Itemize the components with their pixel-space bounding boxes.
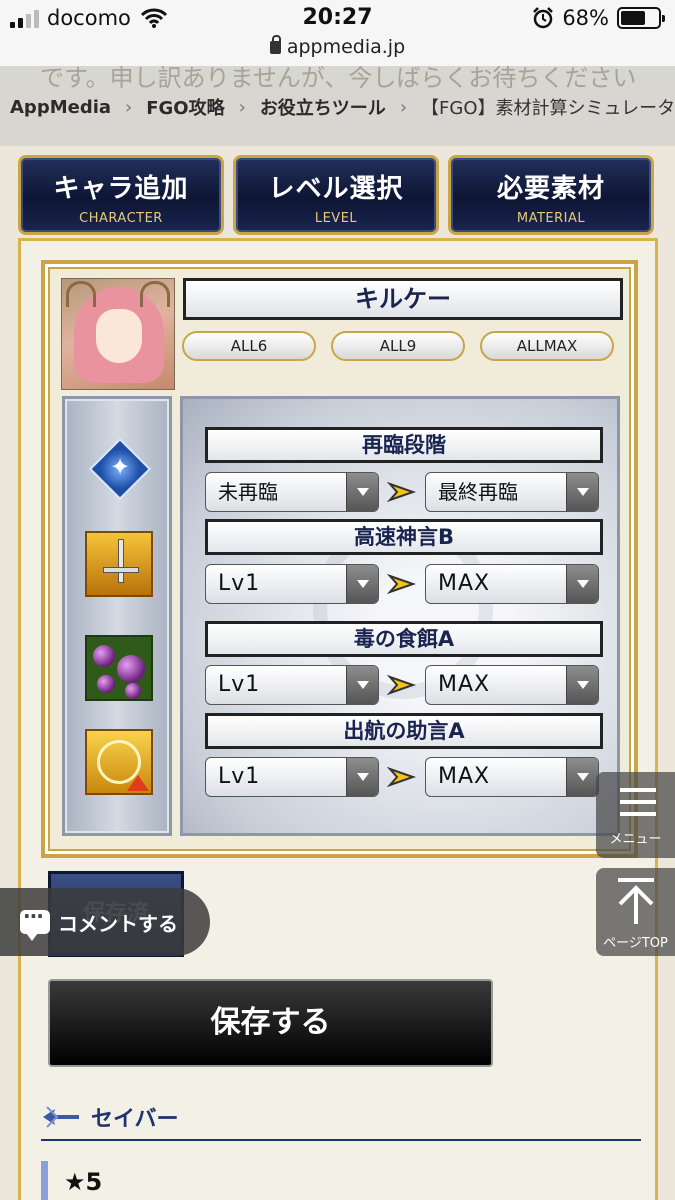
all9-button[interactable]: ALL9: [331, 331, 465, 361]
tab-title: キャラ追加: [53, 174, 189, 204]
breadcrumb-home[interactable]: AppMedia: [10, 97, 111, 118]
skill-icon-column: ✦: [62, 396, 172, 836]
lock-icon: [269, 35, 281, 54]
chevron-down-icon: [566, 666, 598, 704]
page-top-label: ページTOP: [603, 936, 668, 951]
arrow-up-icon: [618, 878, 654, 924]
buff-skill-icon: [85, 729, 153, 795]
character-portrait[interactable]: [61, 278, 175, 390]
url-bar[interactable]: appmedia.jp: [0, 35, 675, 66]
skill2-label: 毒の食餌A: [205, 621, 603, 657]
page-top-button[interactable]: ページTOP: [596, 868, 675, 956]
battery-fill: [621, 11, 646, 25]
skill2-to-select[interactable]: MAX: [425, 665, 599, 705]
url-text: appmedia.jp: [286, 36, 406, 58]
chevron-right-icon: ›: [238, 96, 246, 118]
main-frame: キルケー ALL6 ALL9 ALLMAX ✦ 再臨段階 未再臨 最終再臨 高速…: [18, 238, 658, 1200]
arrow-right-icon: [387, 481, 417, 503]
chevron-down-icon: [346, 565, 378, 603]
class-heading: セイバー: [41, 1095, 641, 1141]
tab-bar: キャラ追加 CHARACTER レベル選択 LEVEL 必要素材 MATERIA…: [18, 155, 654, 235]
breadcrumb-current: 【FGO】素材計算シミュレータ: [421, 98, 675, 119]
chevron-down-icon: [346, 473, 378, 511]
menu-icon: [620, 788, 656, 824]
all6-button[interactable]: ALL6: [182, 331, 316, 361]
chevron-down-icon: [566, 473, 598, 511]
skill3-to-select[interactable]: MAX: [425, 757, 599, 797]
status-bar: docomo 20:27 68%: [0, 0, 675, 38]
tab-title: レベル選択: [268, 174, 404, 204]
class-name: セイバー: [91, 1107, 179, 1132]
skill3-label: 出航の助言A: [205, 713, 603, 749]
chevron-down-icon: [566, 758, 598, 796]
poison-skill-icon: [85, 635, 153, 701]
ascension-from-select[interactable]: 未再臨: [205, 472, 379, 512]
chevron-down-icon: [566, 565, 598, 603]
tab-subtitle: MATERIAL: [516, 211, 586, 226]
save-button[interactable]: 保存する: [48, 979, 493, 1067]
chevron-down-icon: [346, 666, 378, 704]
skill1-label: 高速神言B: [205, 519, 603, 555]
arrow-right-icon: [387, 674, 417, 696]
saber-class-icon: [43, 1106, 79, 1128]
skill1-from-select[interactable]: Lv1: [205, 564, 379, 604]
chevron-down-icon: [346, 758, 378, 796]
tab-material[interactable]: 必要素材 MATERIAL: [448, 155, 654, 235]
tab-title: 必要素材: [496, 174, 605, 204]
comment-label: コメントする: [58, 911, 178, 936]
sword-skill-icon: [85, 531, 153, 597]
skill1-to-select[interactable]: MAX: [425, 564, 599, 604]
status-right: 68%: [532, 6, 665, 30]
menu-label: メニュー: [609, 832, 662, 847]
ascension-icon: ✦: [88, 437, 152, 501]
ascension-label: 再臨段階: [205, 427, 603, 463]
tab-level[interactable]: レベル選択 LEVEL: [233, 155, 439, 235]
level-select-area: 再臨段階 未再臨 最終再臨 高速神言B Lv1 MAX 毒の食餌A Lv1 MA…: [180, 396, 620, 836]
character-panel: キルケー ALL6 ALL9 ALLMAX ✦ 再臨段階 未再臨 最終再臨 高速…: [41, 260, 638, 858]
comment-button[interactable]: コメントする: [0, 888, 210, 956]
menu-button[interactable]: メニュー: [596, 772, 675, 858]
breadcrumb: AppMedia › FGO攻略 › お役立ちツール › 【FGO】素材計算シミ…: [0, 84, 675, 130]
alarm-icon: [533, 7, 554, 29]
tab-character[interactable]: キャラ追加 CHARACTER: [18, 155, 224, 235]
chevron-right-icon: ›: [399, 96, 408, 118]
breadcrumb-tools[interactable]: お役立ちツール: [260, 94, 386, 120]
comment-icon: [20, 904, 50, 941]
battery-icon: [617, 7, 665, 29]
tab-subtitle: CHARACTER: [79, 211, 163, 226]
arrow-right-icon: [387, 766, 417, 788]
skill3-from-select[interactable]: Lv1: [205, 757, 379, 797]
ascension-to-select[interactable]: 最終再臨: [425, 472, 599, 512]
skill2-from-select[interactable]: Lv1: [205, 665, 379, 705]
allmax-button[interactable]: ALLMAX: [480, 331, 614, 361]
tab-subtitle: LEVEL: [314, 211, 358, 226]
chevron-right-icon: ›: [125, 96, 133, 118]
character-name: キルケー: [183, 278, 623, 320]
battery-percent: 68%: [562, 6, 609, 30]
arrow-right-icon: [387, 573, 417, 595]
breadcrumb-fgo[interactable]: FGO攻略: [146, 94, 224, 120]
rarity-label: ★5: [41, 1161, 641, 1200]
breadcrumb-strip: です。申し訳ありませんが、今しばらくお待ちください AppMedia › FGO…: [0, 66, 675, 146]
